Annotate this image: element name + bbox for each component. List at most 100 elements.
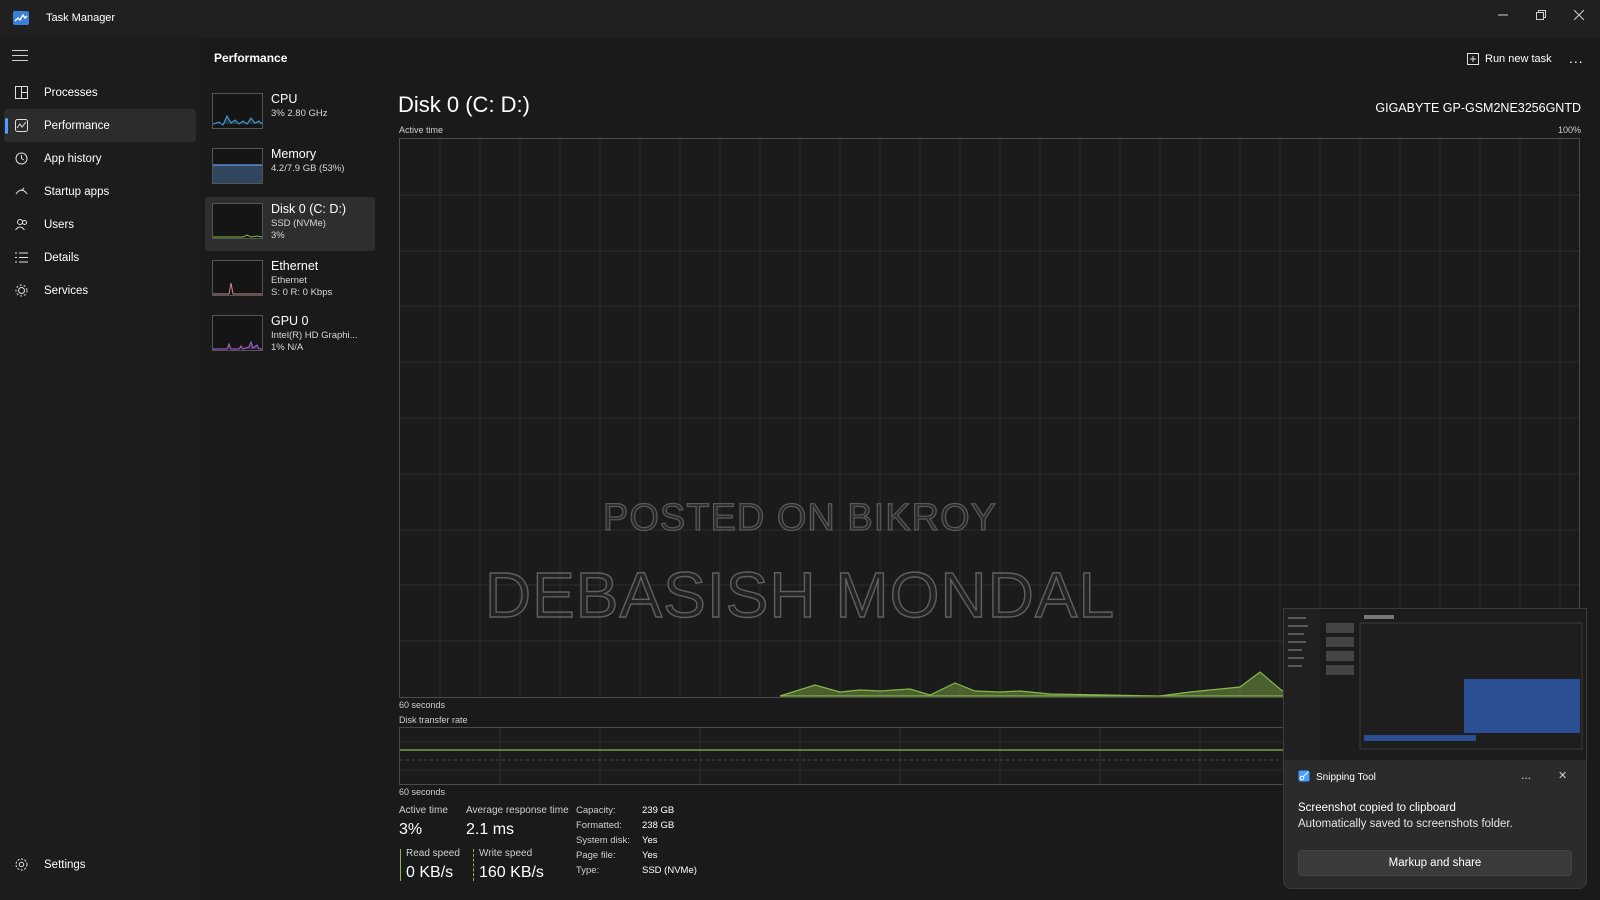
sidebar-nav: Processes Performance App history Startu… (0, 76, 200, 307)
info-label: Type: (576, 865, 600, 876)
sidebar-item-label: Startup apps (44, 185, 110, 198)
perf-item-name: Disk 0 (C: D:) (271, 202, 346, 216)
perf-item-disk[interactable]: Disk 0 (C: D:) SSD (NVMe) 3% (205, 197, 375, 251)
stat-active-time-value: 3% (399, 821, 423, 838)
info-value: Yes (642, 850, 658, 861)
gpu-thumbnail-graph (212, 315, 263, 351)
close-button[interactable] (1560, 0, 1598, 30)
close-icon (1574, 10, 1584, 20)
perf-item-detail: Intel(R) HD Graphi... (271, 330, 358, 341)
restore-button[interactable] (1522, 0, 1560, 30)
title-bar: Task Manager (0, 0, 1600, 38)
perf-item-usage: 3% (271, 230, 285, 241)
stat-write-speed-value: 160 KB/s (479, 864, 544, 881)
snipping-tool-icon (1298, 770, 1310, 782)
minimize-icon (1498, 14, 1508, 16)
stat-write-speed-label: Write speed (479, 848, 533, 859)
performance-icon (14, 119, 28, 133)
settings-area: Settings (0, 858, 200, 881)
perf-item-detail: 3% 2.80 GHz (271, 108, 328, 119)
perf-item-cpu[interactable]: CPU 3% 2.80 GHz (205, 87, 375, 139)
services-icon (14, 284, 28, 298)
perf-item-name: CPU (271, 92, 298, 106)
seconds-label: 60 seconds (399, 700, 446, 710)
watermark-line-1: POSTED ON BIKROY (602, 496, 997, 539)
notification-app-name: Snipping Tool (1316, 772, 1376, 783)
run-new-task-button[interactable]: Run new task (1467, 50, 1552, 68)
transfer-seconds-label: 60 seconds (399, 787, 446, 797)
disk-thumbnail-graph (212, 203, 263, 239)
notification-body: Automatically saved to screenshots folde… (1298, 818, 1513, 830)
info-label: Page file: (576, 850, 616, 861)
sidebar-item-label: Performance (44, 119, 110, 132)
processes-icon (14, 86, 28, 100)
stat-read-speed-label: Read speed (406, 848, 460, 859)
stat-read-speed-value: 0 KB/s (406, 864, 454, 881)
info-value: SSD (NVMe) (642, 865, 697, 876)
read-speed-marker (400, 849, 401, 881)
details-icon (14, 251, 28, 265)
info-value: Yes (642, 835, 658, 846)
sidebar-item-startup-apps[interactable]: Startup apps (4, 175, 196, 208)
info-value: 238 GB (642, 820, 675, 831)
disk-model: GIGABYTE GP-GSM2NE3256GNTD (1375, 101, 1581, 115)
sidebar-item-label: Details (44, 251, 80, 264)
sidebar-item-label: Settings (44, 858, 86, 871)
cpu-thumbnail-graph (212, 93, 263, 129)
info-label: Capacity: (576, 805, 616, 816)
perf-item-gpu[interactable]: GPU 0 Intel(R) HD Graphi... 1% N/A (205, 309, 375, 361)
minimize-button[interactable] (1484, 0, 1522, 30)
perf-item-name: GPU 0 (271, 314, 309, 328)
perf-item-usage: 1% N/A (271, 342, 304, 353)
perf-item-ethernet[interactable]: Ethernet Ethernet S: 0 R: 0 Kbps (205, 254, 375, 306)
notification-close-icon[interactable]: ✕ (1558, 769, 1567, 782)
sidebar-item-details[interactable]: Details (4, 241, 196, 274)
sidebar-item-processes[interactable]: Processes (4, 76, 196, 109)
active-time-label: Active time (399, 125, 444, 135)
hamburger-menu-icon[interactable] (12, 50, 28, 62)
perf-item-name: Memory (271, 147, 317, 161)
perf-item-name: Ethernet (271, 259, 319, 273)
markup-and-share-button[interactable]: Markup and share (1298, 850, 1572, 876)
stat-avg-response-value: 2.1 ms (466, 821, 515, 838)
history-icon (14, 152, 28, 166)
sidebar-item-label: Services (44, 284, 89, 297)
users-icon (14, 218, 28, 232)
performance-list: CPU 3% 2.80 GHz Memory 4.2/7.9 GB (53%) … (205, 87, 375, 364)
page-title: Performance (214, 51, 288, 65)
more-options-icon[interactable]: ... (1569, 50, 1584, 66)
perf-item-detail: SSD (NVMe) (271, 218, 326, 229)
sidebar-item-users[interactable]: Users (4, 208, 196, 241)
screenshot-preview-thumbnail[interactable] (1283, 608, 1587, 762)
run-task-icon (1467, 53, 1479, 65)
task-manager-icon (13, 11, 29, 25)
notification-heading: Screenshot copied to clipboard (1298, 802, 1456, 814)
sidebar-item-label: Processes (44, 86, 98, 99)
transfer-rate-label: Disk transfer rate (399, 715, 468, 725)
gear-icon (14, 858, 28, 872)
run-new-task-label: Run new task (1485, 53, 1552, 65)
notification-more-icon[interactable]: ... (1521, 768, 1531, 782)
memory-thumbnail-graph (212, 148, 263, 184)
info-label: Formatted: (576, 820, 622, 831)
sidebar-item-settings[interactable]: Settings (4, 848, 196, 881)
sidebar-item-label: Users (44, 218, 75, 231)
startup-icon (14, 185, 28, 199)
disk-title: Disk 0 (C: D:) (398, 92, 530, 117)
restore-icon (1536, 10, 1546, 20)
stat-active-time-label: Active time (399, 805, 448, 816)
perf-item-memory[interactable]: Memory 4.2/7.9 GB (53%) (205, 142, 375, 194)
perf-item-detail: 4.2/7.9 GB (53%) (271, 163, 345, 174)
sidebar-item-app-history[interactable]: App history (4, 142, 196, 175)
sidebar-item-services[interactable]: Services (4, 274, 196, 307)
write-speed-marker (473, 849, 474, 881)
snipping-tool-notification: Snipping Tool ... ✕ Screenshot copied to… (1283, 760, 1587, 889)
sidebar-item-label: App history (44, 152, 102, 165)
sidebar-item-performance[interactable]: Performance (4, 109, 196, 142)
active-time-max-label: 100% (1558, 125, 1582, 135)
perf-item-usage: S: 0 R: 0 Kbps (271, 287, 333, 298)
info-label: System disk: (576, 835, 630, 846)
window-title: Task Manager (46, 12, 116, 24)
ethernet-thumbnail-graph (212, 260, 263, 296)
active-time-series (779, 671, 1292, 697)
